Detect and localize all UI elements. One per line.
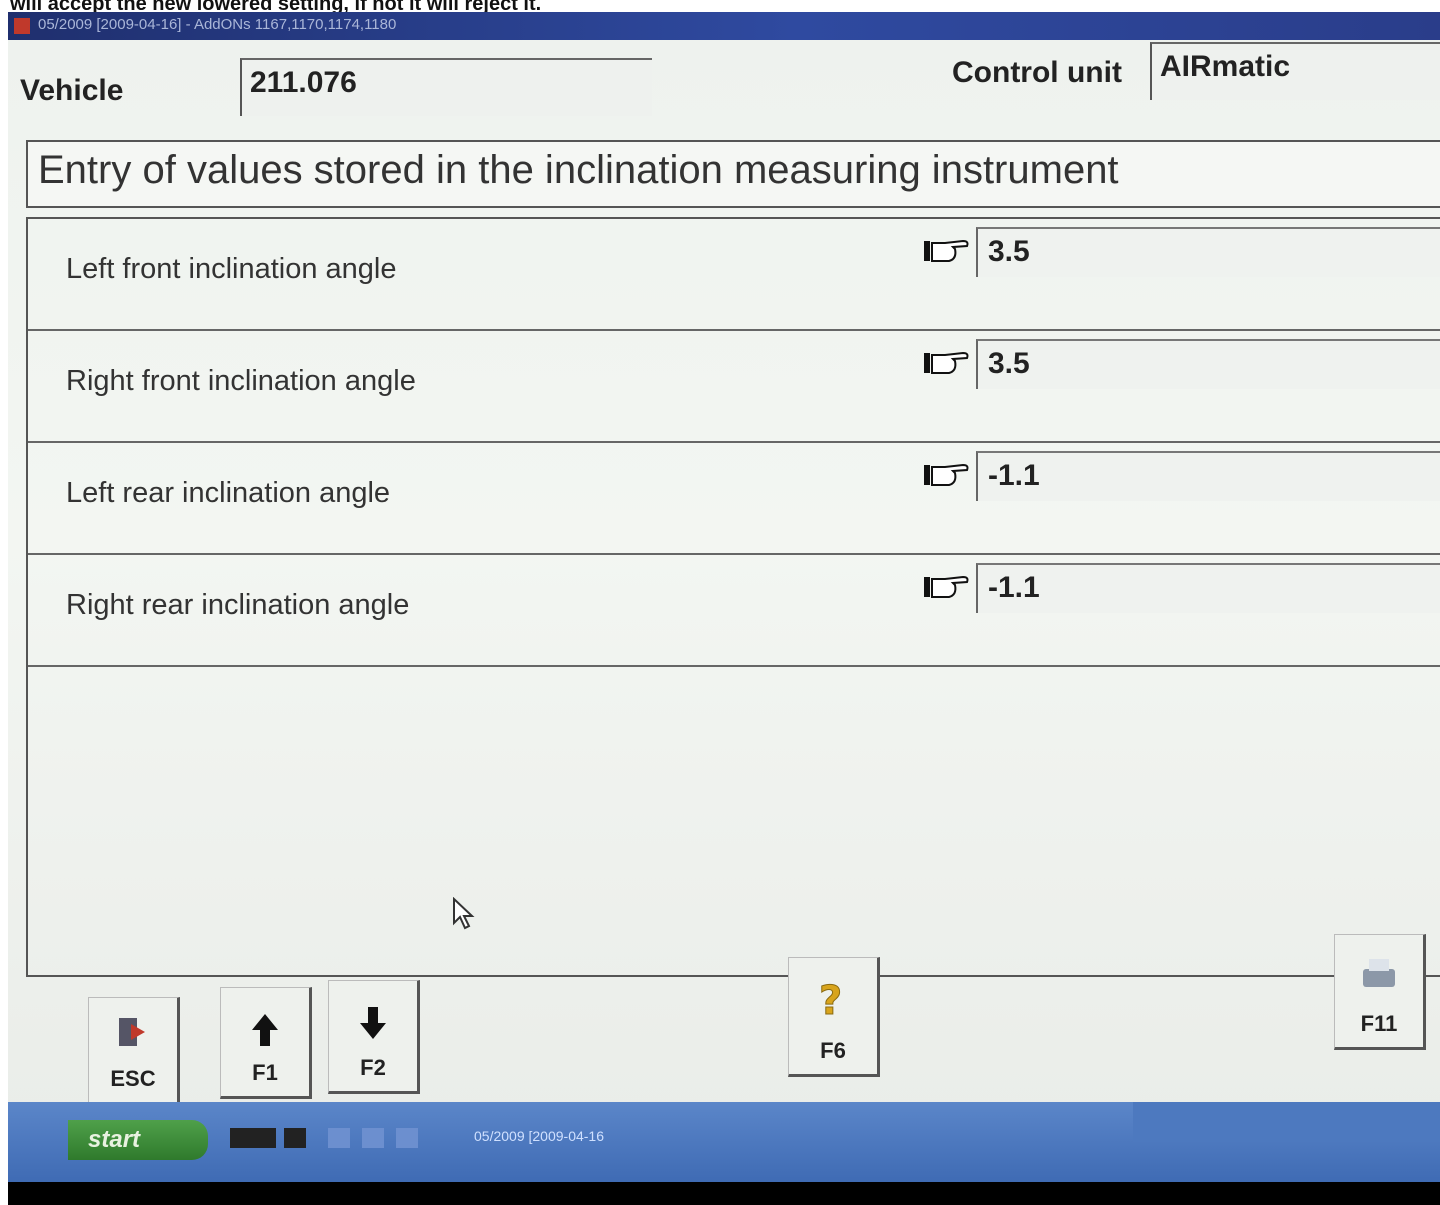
caption-text: will accept the new lowered setting, if … xyxy=(10,0,542,12)
esc-label: ESC xyxy=(110,1066,156,1091)
pointing-hand-icon xyxy=(924,463,969,486)
window-titlebar[interactable]: 05/2009 [2009-04-16] - AddONs 1167,1170,… xyxy=(8,12,1440,40)
pointing-hand-icon xyxy=(924,575,969,598)
window-title: 05/2009 [2009-04-16] - AddONs 1167,1170,… xyxy=(38,16,397,33)
app-icon xyxy=(14,18,30,34)
arrow-down-icon xyxy=(360,1007,386,1039)
f11-label: F11 xyxy=(1360,1011,1398,1036)
pointing-hand-icon xyxy=(924,239,969,262)
f11-button[interactable]: F11 xyxy=(1334,934,1426,1050)
f6-label: F6 xyxy=(820,1038,846,1063)
vehicle-field: 211.076 xyxy=(240,58,652,116)
f1-label: F1 xyxy=(252,1060,278,1085)
system-tray xyxy=(1133,1102,1440,1142)
pointing-hand-icon xyxy=(924,351,969,374)
f2-label: F2 xyxy=(360,1055,386,1080)
f6-button[interactable]: ? F6 xyxy=(788,957,880,1077)
svg-text:?: ? xyxy=(819,978,842,1024)
browser-icon[interactable] xyxy=(328,1128,350,1148)
row-label: Left rear inclination angle xyxy=(66,477,391,509)
control-unit-label: Control unit xyxy=(952,56,1122,89)
row-label: Right front inclination angle xyxy=(66,365,416,397)
monitor-frame: 05/2009 [2009-04-16] - AddONs 1167,1170,… xyxy=(8,12,1440,1205)
control-unit-field: AIRmatic xyxy=(1150,42,1440,100)
start-button[interactable]: start xyxy=(68,1120,208,1160)
row-label: Right rear inclination angle xyxy=(66,589,410,621)
grid-icon[interactable] xyxy=(284,1128,306,1148)
printer-icon xyxy=(1363,959,1395,987)
application-window: 05/2009 [2009-04-16] - AddONs 1167,1170,… xyxy=(8,12,1440,1182)
value-field[interactable]: -1.1 xyxy=(976,563,1440,613)
desktop-icon[interactable] xyxy=(362,1128,384,1148)
list-item: Right rear inclination angle -1.1 xyxy=(28,555,1440,667)
mouse-pointer-icon xyxy=(453,897,475,930)
inclination-list: Left front inclination angle 3.5 Right f… xyxy=(26,217,1440,977)
page-heading: Entry of values stored in the inclinatio… xyxy=(26,140,1440,208)
folder-icon[interactable] xyxy=(396,1128,418,1148)
value-field[interactable]: -1.1 xyxy=(976,451,1440,501)
f1-button[interactable]: F1 xyxy=(220,987,312,1099)
list-item: Right front inclination angle 3.5 xyxy=(28,331,1440,443)
taskbar: start 05/2009 [2009-04-16 xyxy=(8,1102,1440,1182)
keyboard-icon[interactable] xyxy=(230,1128,276,1148)
row-label: Left front inclination angle xyxy=(66,253,397,285)
esc-button[interactable]: ESC xyxy=(88,997,180,1105)
f2-button[interactable]: F2 xyxy=(328,980,420,1094)
value-field[interactable]: 3.5 xyxy=(976,227,1440,277)
list-item: Left front inclination angle 3.5 xyxy=(28,219,1440,331)
taskbar-item[interactable]: 05/2009 [2009-04-16 xyxy=(448,1122,648,1152)
exit-door-icon xyxy=(119,1018,145,1046)
help-question-icon: ? xyxy=(819,978,843,1025)
arrow-up-icon xyxy=(252,1014,278,1046)
value-field[interactable]: 3.5 xyxy=(976,339,1440,389)
list-item: Left rear inclination angle -1.1 xyxy=(28,443,1440,555)
vehicle-label: Vehicle xyxy=(20,74,124,107)
